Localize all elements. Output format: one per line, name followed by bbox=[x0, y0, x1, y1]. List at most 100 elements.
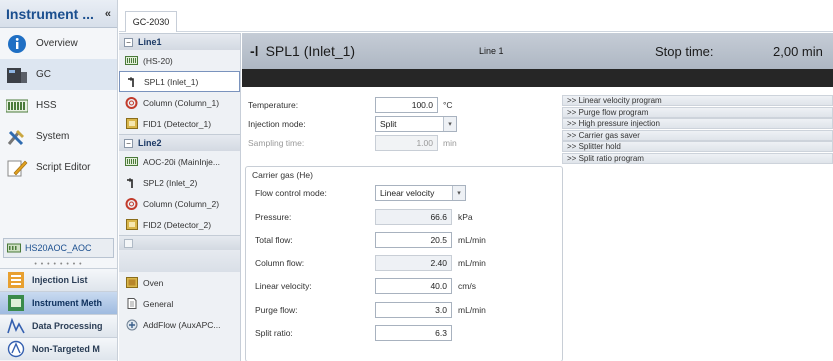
tree-item-hs20[interactable]: (HS-20) bbox=[119, 50, 240, 71]
non-targeted-icon bbox=[6, 340, 26, 358]
total-flow-input[interactable]: 20.5 bbox=[375, 232, 452, 248]
link-split-ratio-program[interactable]: >> Split ratio program bbox=[562, 152, 833, 164]
chevron-down-icon[interactable]: ▾ bbox=[443, 116, 456, 131]
tree-item-column1[interactable]: Column (Column_1) bbox=[119, 92, 240, 113]
collapse-toggle-icon[interactable] bbox=[124, 238, 133, 248]
nav-injection-list[interactable]: Injection List bbox=[0, 268, 117, 291]
nav-big-label: Non-Targeted M bbox=[32, 344, 100, 354]
stop-time-value: 2,00 min bbox=[773, 43, 823, 59]
tree-item-label: FID2 (Detector_2) bbox=[143, 219, 212, 230]
nav-item-gc[interactable]: GC bbox=[0, 59, 117, 90]
flow-control-mode-select[interactable]: Linear velocity ▾ bbox=[375, 185, 466, 201]
pressure-row: Pressure: 66.6 kPa bbox=[246, 208, 562, 228]
nav-non-targeted[interactable]: Non-Targeted M bbox=[0, 337, 117, 360]
tree-item-general[interactable]: General bbox=[119, 293, 240, 314]
purge-flow-unit: mL/min bbox=[458, 305, 486, 315]
carrier-gas-title: Carrier gas (He) bbox=[252, 170, 313, 180]
tree-item-column2[interactable]: Column (Column_2) bbox=[119, 193, 240, 214]
system-tools-icon bbox=[6, 126, 28, 148]
pressure-label: Pressure: bbox=[255, 212, 292, 222]
nav-item-label: HSS bbox=[36, 100, 57, 111]
tree-item-label: SPL1 (Inlet_1) bbox=[144, 76, 199, 87]
tree-item-label: AddFlow (AuxAPC... bbox=[143, 319, 221, 330]
tree-item-label: Column (Column_1) bbox=[143, 97, 220, 108]
column-flow-label: Column flow: bbox=[255, 258, 305, 268]
navigation-pane: Instrument ... « Overview GC HSS System … bbox=[0, 0, 118, 361]
info-icon bbox=[6, 33, 28, 55]
link-carrier-gas-saver[interactable]: >> Carrier gas saver bbox=[562, 129, 833, 141]
tree-group-line1[interactable]: − Line1 bbox=[119, 33, 240, 50]
detector-icon bbox=[125, 219, 138, 231]
tree-group-other[interactable] bbox=[119, 235, 240, 250]
injection-mode-value: Split bbox=[380, 118, 397, 129]
linear-velocity-input[interactable]: 40.0 bbox=[375, 278, 452, 294]
splitter-grip[interactable]: • • • • • • • • bbox=[0, 260, 117, 268]
script-editor-icon bbox=[6, 157, 28, 179]
nav-item-system[interactable]: System bbox=[0, 121, 117, 152]
linear-velocity-label: Linear velocity: bbox=[255, 281, 312, 291]
total-flow-unit: mL/min bbox=[458, 235, 486, 245]
nav-big-label: Data Processing bbox=[32, 321, 103, 331]
pressure-unit: kPa bbox=[458, 212, 473, 222]
nav-item-overview[interactable]: Overview bbox=[0, 28, 117, 59]
tree-group-line2[interactable]: − Line2 bbox=[119, 134, 240, 151]
tree-item-fid1[interactable]: FID1 (Detector_1) bbox=[119, 113, 240, 134]
sampling-time-row: Sampling time: 1.00 min bbox=[242, 133, 564, 152]
tree-item-fid2[interactable]: FID2 (Detector_2) bbox=[119, 214, 240, 235]
tree-item-spl2[interactable]: SPL2 (Inlet_2) bbox=[119, 172, 240, 193]
link-splitter-hold[interactable]: >> Splitter hold bbox=[562, 141, 833, 152]
split-ratio-input[interactable]: 6.3 bbox=[375, 325, 452, 341]
pressure-value: 66.6 bbox=[375, 209, 452, 225]
inlet-form: Temperature: 100.0 °C Injection mode: Sp… bbox=[242, 95, 564, 152]
document-tab-bar: GC-2030 bbox=[119, 0, 833, 32]
sampling-time-unit: min bbox=[443, 137, 457, 148]
autoinjector-icon bbox=[125, 156, 138, 168]
data-processing-icon bbox=[6, 317, 26, 335]
nav-item-label: Overview bbox=[36, 38, 78, 49]
linear-velocity-unit: cm/s bbox=[458, 281, 476, 291]
headspace-sampler-icon bbox=[6, 95, 28, 117]
chevron-down-icon[interactable]: ▾ bbox=[452, 186, 465, 200]
nav-item-script-editor[interactable]: Script Editor bbox=[0, 152, 117, 183]
nav-title: Instrument ... bbox=[6, 5, 94, 22]
injection-mode-select[interactable]: Split ▾ bbox=[375, 115, 457, 132]
inlet-icon bbox=[126, 76, 139, 88]
collapse-toggle-icon[interactable]: − bbox=[124, 37, 133, 47]
purge-flow-input[interactable]: 3.0 bbox=[375, 302, 452, 318]
nav-instrument-method[interactable]: Instrument Meth bbox=[0, 291, 117, 314]
tree-item-label: FID1 (Detector_1) bbox=[143, 118, 212, 129]
tree-item-aoc20i[interactable]: AOC-20i (MainInje... bbox=[119, 151, 240, 172]
column-flow-unit: mL/min bbox=[458, 258, 486, 268]
nav-data-processing[interactable]: Data Processing bbox=[0, 314, 117, 337]
link-purge-flow-program[interactable]: >> Purge flow program bbox=[562, 106, 833, 118]
tree-item-addflow[interactable]: AddFlow (AuxAPC... bbox=[119, 314, 240, 335]
purge-flow-label: Purge flow: bbox=[255, 305, 298, 315]
temperature-input[interactable]: 100.0 bbox=[375, 96, 438, 113]
nav-header: Instrument ... « bbox=[0, 0, 117, 28]
link-high-pressure-injection[interactable]: >> High pressure injection bbox=[562, 118, 833, 129]
temperature-label: Temperature: bbox=[248, 99, 299, 110]
addflow-icon bbox=[125, 319, 138, 331]
injection-mode-row: Injection mode: Split ▾ bbox=[242, 114, 564, 133]
tree-item-spl1[interactable]: SPL1 (Inlet_1) bbox=[119, 71, 240, 92]
column-flow-row: Column flow: 2.40 mL/min bbox=[246, 254, 562, 274]
document-tab-gc[interactable]: GC-2030 bbox=[125, 11, 177, 32]
instrument-config-item[interactable]: HS20AOC_AOC bbox=[3, 238, 114, 258]
tree-item-oven[interactable]: Oven bbox=[119, 272, 240, 293]
general-icon bbox=[125, 298, 138, 310]
sampling-time-label: Sampling time: bbox=[248, 137, 305, 148]
collapse-pane-button[interactable]: « bbox=[105, 8, 111, 20]
inlet-icon bbox=[125, 177, 138, 189]
inlet-icon: -ǀ bbox=[250, 43, 259, 59]
sampling-time-input: 1.00 bbox=[375, 134, 438, 151]
column-flow-value: 2.40 bbox=[375, 255, 452, 271]
oven-icon bbox=[125, 277, 138, 289]
tree-item-label: (HS-20) bbox=[143, 55, 173, 66]
link-linear-velocity-program[interactable]: >> Linear velocity program bbox=[562, 95, 833, 106]
collapse-toggle-icon[interactable]: − bbox=[124, 138, 133, 148]
injection-mode-label: Injection mode: bbox=[248, 118, 306, 129]
purge-flow-row: Purge flow: 3.0 mL/min bbox=[246, 301, 562, 321]
temperature-unit: °C bbox=[443, 99, 453, 110]
stop-time-label: Stop time: bbox=[655, 43, 714, 59]
nav-item-hss[interactable]: HSS bbox=[0, 90, 117, 121]
